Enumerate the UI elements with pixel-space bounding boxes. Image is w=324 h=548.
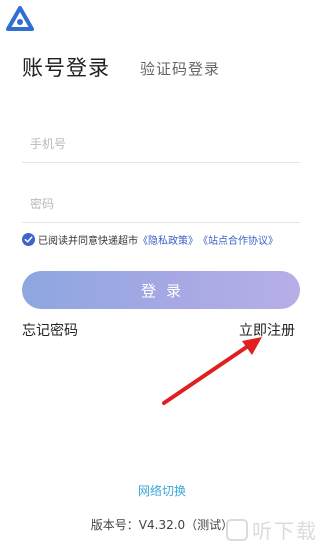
- forgot-password-link[interactable]: 忘记密码: [22, 320, 78, 340]
- agreement-text: 已阅读并同意快递超市: [38, 236, 138, 247]
- password-input[interactable]: [22, 186, 300, 222]
- app-logo-icon: [6, 6, 34, 31]
- watermark-logo-icon: [226, 518, 248, 541]
- agreement-row: 已阅读并同意快递超市 《隐私政策》 《站点合作协议》: [22, 232, 278, 247]
- watermark: 听下载: [226, 515, 318, 544]
- password-field[interactable]: [22, 186, 300, 223]
- login-button[interactable]: 登录: [22, 271, 300, 309]
- site-agreement-link[interactable]: 《站点合作协议》: [198, 232, 278, 247]
- checkmark-icon: [24, 236, 33, 243]
- annotation-arrow-icon: [162, 337, 262, 405]
- privacy-policy-link[interactable]: 《隐私政策》: [138, 232, 198, 247]
- tab-account-login[interactable]: 账号登录: [22, 52, 110, 82]
- watermark-text: 听下载: [252, 519, 318, 543]
- phone-field[interactable]: [22, 126, 300, 163]
- phone-input[interactable]: [22, 126, 300, 162]
- network-switch-link[interactable]: 网络切换: [0, 482, 324, 499]
- agreement-checkbox[interactable]: [22, 233, 35, 246]
- tab-sms-login[interactable]: 验证码登录: [140, 58, 220, 79]
